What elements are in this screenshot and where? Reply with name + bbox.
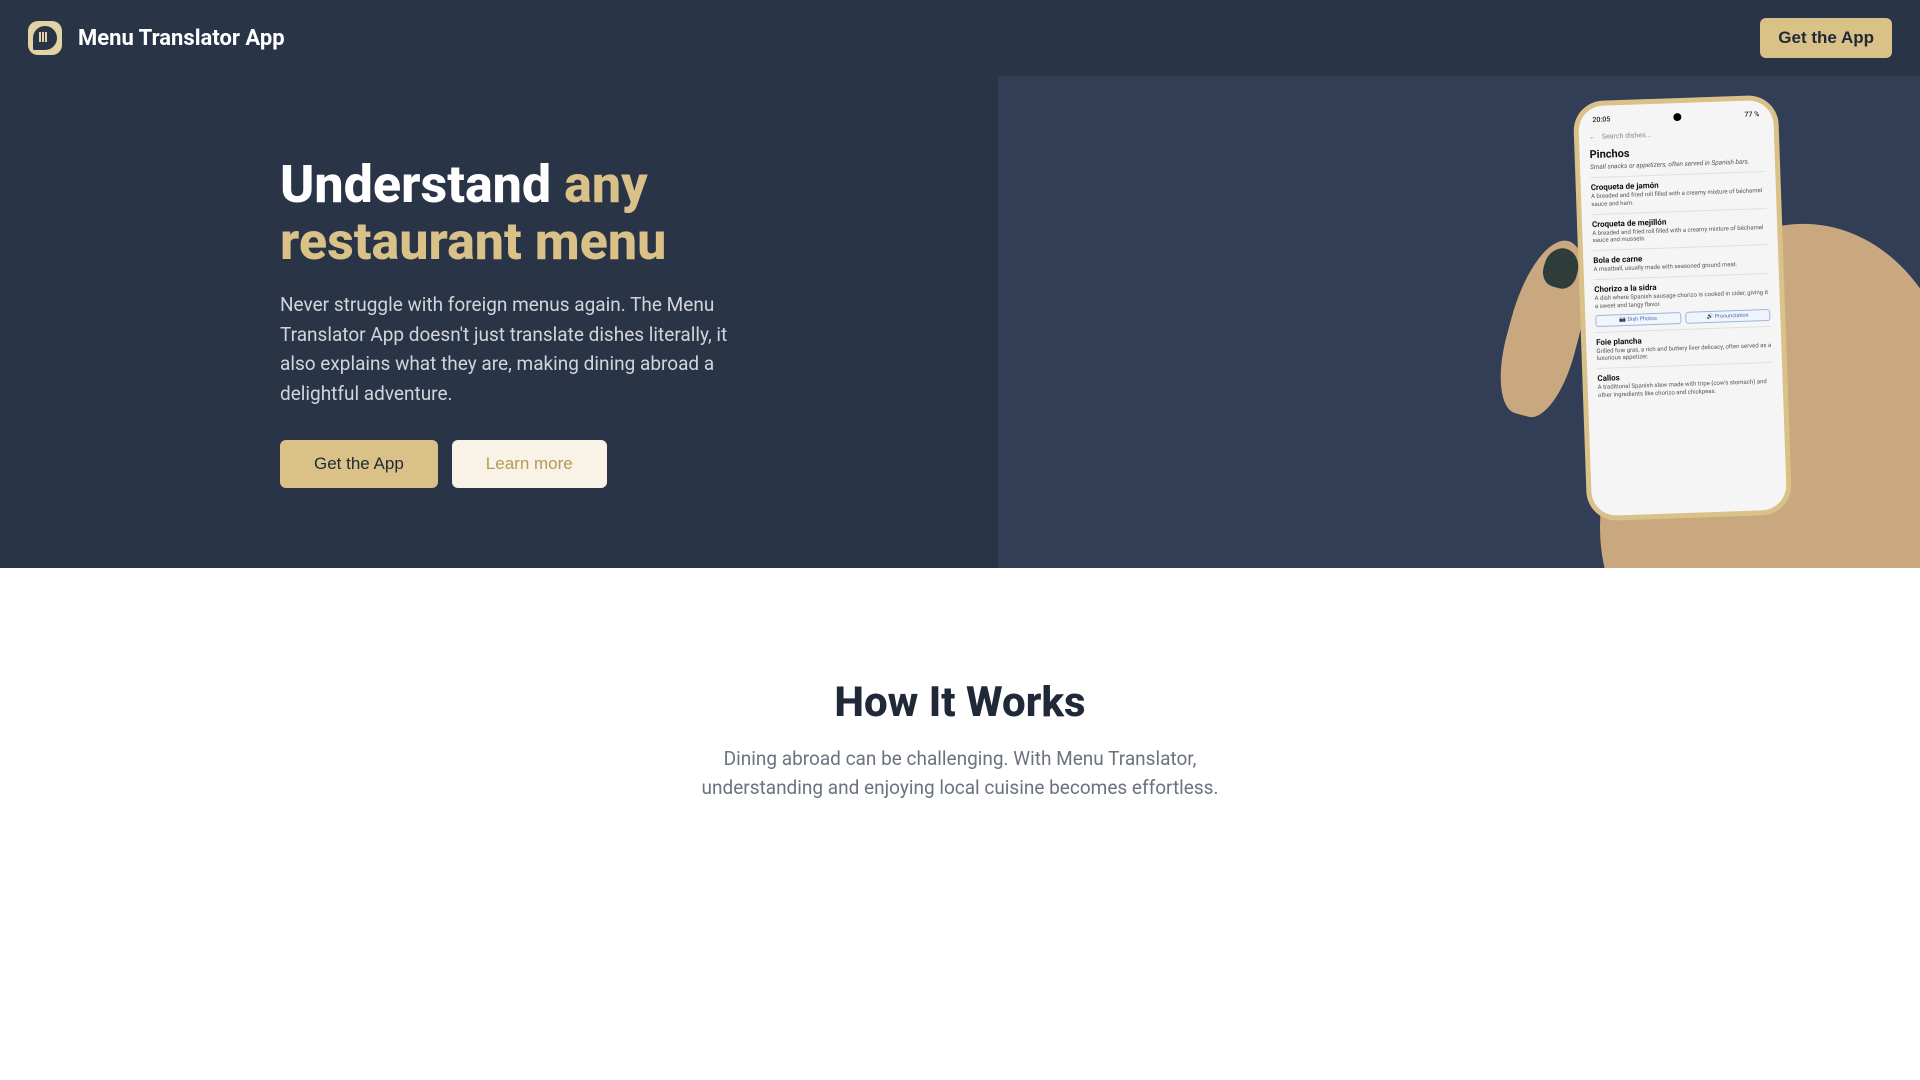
get-the-app-hero-button[interactable]: Get the App xyxy=(280,440,438,488)
dish-item: Croqueta de jamón A breaded and fried ro… xyxy=(1590,171,1766,214)
phone-search-placeholder: Search dishes... xyxy=(1602,131,1651,141)
site-header: Menu Translator App Get the App xyxy=(0,0,1920,76)
how-it-works-section: How It Works Dining abroad can be challe… xyxy=(0,568,1920,862)
dish-action-chips: 📷 Dish Photos 🔊 Pronunciation xyxy=(1595,309,1770,327)
hero-text-column: Understand any restaurant menu Never str… xyxy=(0,76,998,568)
phone-mockup: 20:05 77 % ← Search dishes... Pinchos Sm… xyxy=(1573,95,1793,522)
back-arrow-icon: ← xyxy=(1589,133,1596,141)
how-it-works-subtitle: Dining abroad can be challenging. With M… xyxy=(670,745,1250,802)
phone-screen: 20:05 77 % ← Search dishes... Pinchos Sm… xyxy=(1578,100,1787,517)
hero-title: Understand any restaurant menu xyxy=(280,156,750,270)
dish-item: Callos A traditional Spanish stew made w… xyxy=(1597,362,1773,405)
hero-title-part1: Understand xyxy=(280,154,564,215)
dish-section: Pinchos Small snacks or appetizers, ofte… xyxy=(1589,138,1773,409)
brand[interactable]: Menu Translator App xyxy=(28,21,285,55)
dish-photos-chip: 📷 Dish Photos xyxy=(1595,312,1681,327)
dish-item: Foie plancha Grilled foie gras, a rich a… xyxy=(1596,326,1772,369)
phone-battery: 77 % xyxy=(1744,110,1759,119)
hero-image-column: 20:05 77 % ← Search dishes... Pinchos Sm… xyxy=(998,76,1920,568)
learn-more-button[interactable]: Learn more xyxy=(452,440,607,488)
get-the-app-header-button[interactable]: Get the App xyxy=(1760,18,1892,58)
hero-description: Never struggle with foreign menus again.… xyxy=(280,290,730,408)
phone-time: 20:05 xyxy=(1592,116,1610,125)
how-it-works-title: How It Works xyxy=(20,678,1900,727)
brand-name: Menu Translator App xyxy=(78,26,285,51)
hero-buttons: Get the App Learn more xyxy=(280,440,750,488)
app-logo-icon xyxy=(28,21,62,55)
phone-camera-icon xyxy=(1673,113,1681,121)
hand-holding-phone-image: 20:05 77 % ← Search dishes... Pinchos Sm… xyxy=(1480,88,1920,568)
dish-item: Croqueta de mejillón A breaded and fried… xyxy=(1592,208,1768,251)
dish-item: Chorizo a la sidra A dish where Spanish … xyxy=(1594,273,1771,332)
hero-section: Understand any restaurant menu Never str… xyxy=(0,76,1920,568)
pronunciation-chip: 🔊 Pronunciation xyxy=(1685,309,1771,324)
